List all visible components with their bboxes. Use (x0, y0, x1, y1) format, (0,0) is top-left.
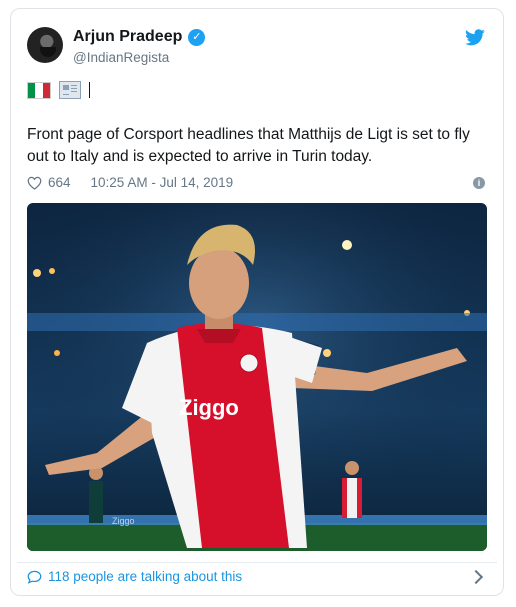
tweet-footer[interactable]: 118 people are talking about this (27, 569, 485, 584)
tweet-card: Arjun Pradeep ✓ @IndianRegista Front pag… (10, 8, 504, 596)
avatar[interactable] (27, 27, 63, 63)
verified-badge-icon: ✓ (188, 28, 206, 46)
twitter-bird-icon[interactable] (465, 29, 485, 46)
newspaper-icon (59, 81, 81, 99)
talking-link[interactable]: 118 people are talking about this (27, 569, 242, 584)
shirt-sponsor-text: Ziggo (179, 395, 239, 420)
talking-text[interactable]: 118 people are talking about this (48, 569, 242, 584)
heart-icon[interactable] (27, 176, 42, 190)
author-display-name[interactable]: Arjun Pradeep (73, 28, 182, 46)
footer-divider (17, 562, 497, 563)
author-name-row[interactable]: Arjun Pradeep ✓ (73, 28, 206, 46)
tweet-timestamp[interactable]: 10:25 AM - Jul 14, 2019 (91, 175, 234, 190)
tweet-text: Front page of Corsport headlines that Ma… (27, 126, 470, 165)
player-celebration-image: Ziggo Ziggo (27, 203, 487, 551)
separator-bar (89, 82, 90, 98)
reply-bubble-icon (27, 570, 42, 584)
tweet-meta: 664 10:25 AM - Jul 14, 2019 (27, 175, 233, 190)
info-icon[interactable]: i (473, 177, 485, 189)
header-line (27, 81, 90, 99)
like-count[interactable]: 664 (48, 175, 71, 190)
board-sponsor-text: Ziggo (112, 516, 135, 526)
italy-flag-icon (27, 81, 51, 99)
tweet-photo[interactable]: Ziggo Ziggo (27, 203, 487, 551)
author-handle[interactable]: @IndianRegista (73, 50, 169, 65)
chevron-right-icon[interactable] (468, 569, 484, 584)
